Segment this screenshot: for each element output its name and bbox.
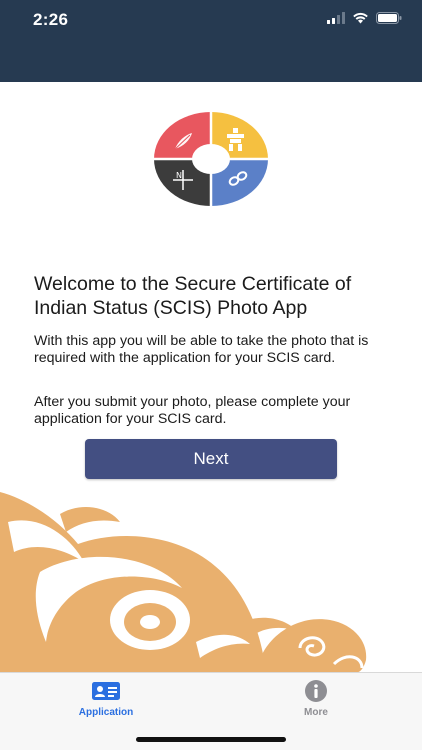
instructions-paragraph: After you submit your photo, please comp… xyxy=(34,394,351,427)
id-card-icon xyxy=(92,682,120,700)
status-bar: 2:26 xyxy=(0,0,422,82)
info-icon xyxy=(305,680,327,702)
battery-icon xyxy=(376,12,402,24)
tab-application[interactable]: Application xyxy=(46,679,166,718)
welcome-title: Welcome to the Secure Certificate of Ind… xyxy=(34,273,352,319)
status-icons xyxy=(327,12,402,24)
intro-paragraph: With this app you will be able to take t… xyxy=(34,333,369,366)
decorative-artwork xyxy=(0,492,367,672)
app-screen: 2:26 N Welcome to the Secure Certificate… xyxy=(0,0,422,750)
home-indicator[interactable] xyxy=(136,737,286,742)
signal-icon xyxy=(327,12,345,24)
wifi-icon xyxy=(353,12,368,24)
svg-text:N: N xyxy=(176,171,182,180)
tab-more[interactable]: More xyxy=(256,679,376,718)
next-button[interactable]: Next xyxy=(85,439,337,479)
scis-logo: N xyxy=(154,112,268,206)
status-time: 2:26 xyxy=(33,10,69,29)
tab-application-label: Application xyxy=(78,707,134,718)
tab-more-label: More xyxy=(304,707,328,718)
